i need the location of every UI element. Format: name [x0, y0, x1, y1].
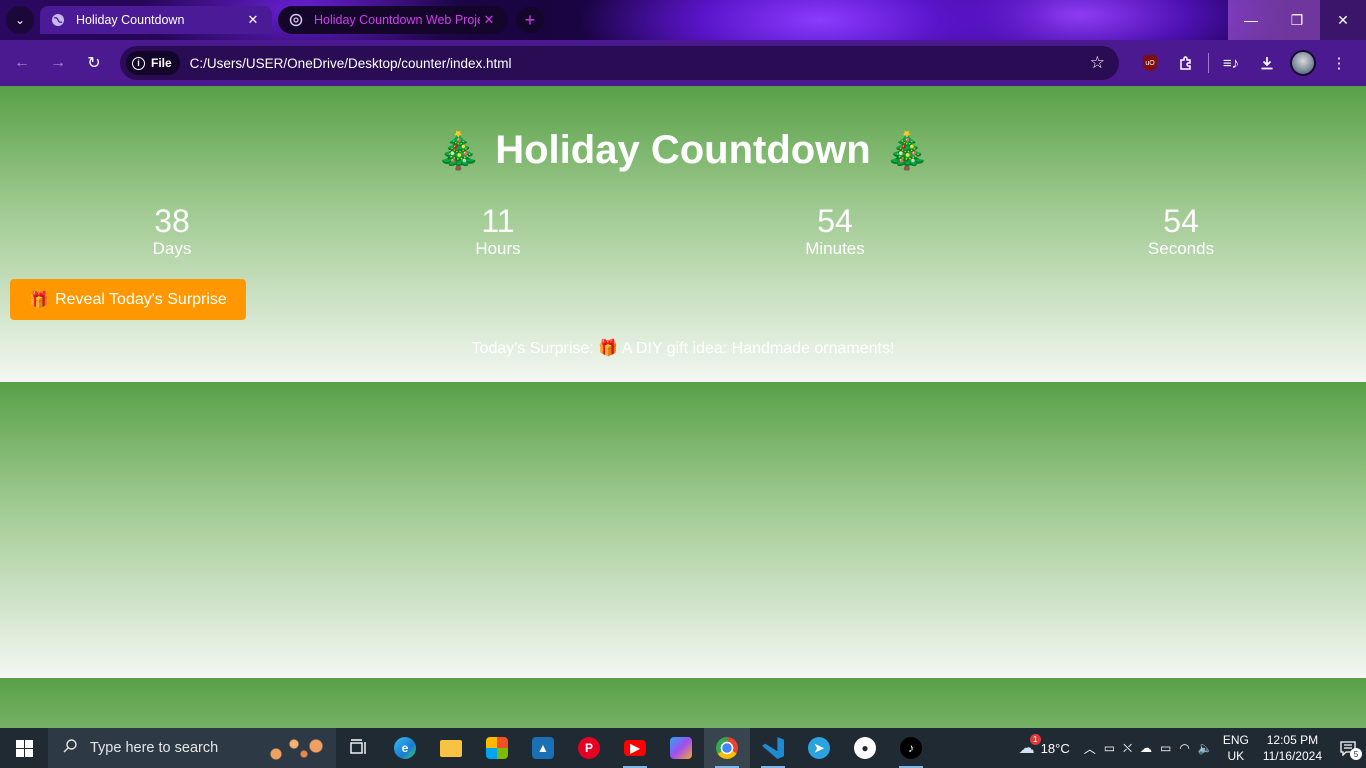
language-code: ENG	[1222, 733, 1249, 747]
countdown-hours: 11 Hours	[428, 203, 568, 259]
days-value: 38	[154, 203, 190, 239]
search-placeholder: Type here to search	[90, 740, 219, 756]
globe-icon	[50, 12, 66, 28]
search-icon	[62, 738, 78, 758]
cloud-rain-icon: ☁ 1	[1019, 734, 1041, 758]
windows-taskbar: Type here to search e ▲ P ▶ ➤ ● ♪ ☁ 1 18…	[0, 728, 1366, 768]
profile-avatar[interactable]	[1285, 45, 1321, 81]
keyboard-layout: UK	[1227, 749, 1245, 763]
meet-now-icon[interactable]: ▭	[1100, 728, 1119, 768]
task-view-icon[interactable]	[336, 728, 382, 768]
network-off-icon[interactable]: ⛌	[1119, 728, 1136, 768]
back-arrow-icon[interactable]: ←	[4, 45, 40, 81]
battery-icon[interactable]: ▭	[1156, 728, 1175, 768]
christmas-tree-icon: 🎄	[884, 129, 930, 171]
restore-icon[interactable]: ❐	[1274, 0, 1320, 40]
tab-close-icon[interactable]: ✕	[244, 12, 262, 28]
show-hidden-icons-chevron-icon[interactable]: ︿	[1080, 728, 1100, 768]
copilot-icon[interactable]	[658, 728, 704, 768]
gift-icon: 🎁	[29, 291, 50, 309]
new-tab-plus-icon[interactable]: +	[516, 7, 544, 33]
browser-tab-strip: ⌄ Holiday Countdown ✕ Holiday Countdown …	[0, 0, 1366, 40]
tab-title: Holiday Countdown Web Proje	[314, 13, 480, 27]
reveal-surprise-button[interactable]: 🎁 Reveal Today's Surprise	[10, 279, 246, 320]
youtube-icon[interactable]: ▶	[612, 728, 658, 768]
media-queue-icon[interactable]: ≡♪	[1213, 45, 1249, 81]
tab-holiday-countdown[interactable]: Holiday Countdown ✕	[40, 6, 272, 34]
days-label: Days	[152, 239, 192, 258]
info-icon: i	[132, 56, 145, 70]
christmas-tree-icon: 🎄	[436, 129, 482, 171]
wifi-icon[interactable]: ◠	[1175, 728, 1193, 768]
scheme-label: File	[151, 56, 172, 70]
system-tray: ☁ 1 18°C ︿ ▭ ⛌ ☁ ▭ ◠ 🔈 ENG UK 12:05 PM 1…	[1015, 728, 1366, 768]
address-bar[interactable]: i File C:/Users/USER/OneDrive/Desktop/co…	[120, 46, 1119, 80]
page-title: 🎄 Holiday Countdown 🎄	[0, 128, 1366, 173]
minutes-value: 54	[817, 203, 853, 239]
countdown-days: 38 Days	[102, 203, 242, 259]
bookmark-star-icon[interactable]: ☆	[1090, 53, 1105, 73]
reload-icon[interactable]: ↻	[76, 45, 112, 81]
window-controls: — ❐ ✕	[1228, 0, 1366, 40]
vscode-icon[interactable]	[750, 728, 796, 768]
url-text[interactable]: C:/Users/USER/OneDrive/Desktop/counter/i…	[190, 56, 512, 71]
taskbar-clock[interactable]: 12:05 PM 11/16/2024	[1255, 732, 1330, 764]
extensions-puzzle-icon[interactable]	[1168, 45, 1204, 81]
clock-date: 11/16/2024	[1262, 749, 1322, 763]
minutes-label: Minutes	[805, 239, 865, 258]
language-indicator[interactable]: ENG UK	[1217, 732, 1255, 764]
countdown-minutes: 54 Minutes	[765, 203, 905, 259]
extensions-area: uO ≡♪ ⋮	[1132, 45, 1357, 81]
close-window-icon[interactable]: ✕	[1320, 0, 1366, 40]
tiktok-icon[interactable]: ♪	[888, 728, 934, 768]
telegram-icon[interactable]: ➤	[796, 728, 842, 768]
notification-count: 5	[1350, 748, 1362, 760]
countdown-seconds: 54 Seconds	[1111, 203, 1251, 259]
lanterns-decoration-icon	[264, 732, 328, 764]
reveal-surprise-label: Reveal Today's Surprise	[55, 290, 227, 308]
tab-close-icon[interactable]: ✕	[480, 12, 498, 28]
edge-icon[interactable]: e	[382, 728, 428, 768]
page-title-text: Holiday Countdown	[495, 128, 871, 172]
hours-label: Hours	[475, 239, 521, 258]
seconds-value: 54	[1163, 203, 1199, 239]
windows-start-icon[interactable]	[0, 728, 48, 768]
tab-search-chevron-icon[interactable]: ⌄	[6, 6, 34, 34]
weather-widget[interactable]: ☁ 1 18°C	[1015, 728, 1080, 768]
notifications-icon[interactable]: 5	[1330, 728, 1366, 768]
site-info-chip[interactable]: i File	[126, 51, 180, 75]
tab-web-project[interactable]: Holiday Countdown Web Proje ✕	[278, 6, 508, 34]
page-viewport: 🎄 Holiday Countdown 🎄 38 Days 11 Hours 5…	[0, 86, 1366, 728]
github-icon[interactable]: ●	[842, 728, 888, 768]
menu-dots-icon[interactable]: ⋮	[1321, 45, 1357, 81]
download-icon[interactable]	[1249, 45, 1285, 81]
chrome-icon[interactable]	[704, 728, 750, 768]
volume-icon[interactable]: 🔈	[1194, 728, 1217, 768]
weather-badge: 1	[1029, 734, 1041, 745]
seconds-label: Seconds	[1147, 239, 1215, 258]
surprise-message: Today's Surprise: 🎁 A DIY gift idea: Han…	[471, 340, 895, 357]
browser-toolbar: ← → ↻ i File C:/Users/USER/OneDrive/Desk…	[0, 40, 1366, 86]
forward-arrow-icon[interactable]: →	[40, 45, 76, 81]
toolbar-separator	[1208, 53, 1209, 73]
inkscape-icon[interactable]: ▲	[520, 728, 566, 768]
minimize-icon[interactable]: —	[1228, 0, 1274, 40]
taskbar-search-box[interactable]: Type here to search	[48, 728, 336, 768]
microsoft-store-icon[interactable]	[474, 728, 520, 768]
hours-value: 11	[481, 203, 515, 239]
file-explorer-icon[interactable]	[428, 728, 474, 768]
tab-title: Holiday Countdown	[76, 13, 185, 27]
temperature: 18°C	[1040, 740, 1070, 756]
ublock-origin-icon[interactable]: uO	[1132, 45, 1168, 81]
clock-time: 12:05 PM	[1266, 733, 1319, 747]
pinterest-icon[interactable]: P	[566, 728, 612, 768]
chatgpt-icon	[288, 12, 304, 28]
onedrive-cloud-icon[interactable]: ☁	[1136, 728, 1156, 768]
